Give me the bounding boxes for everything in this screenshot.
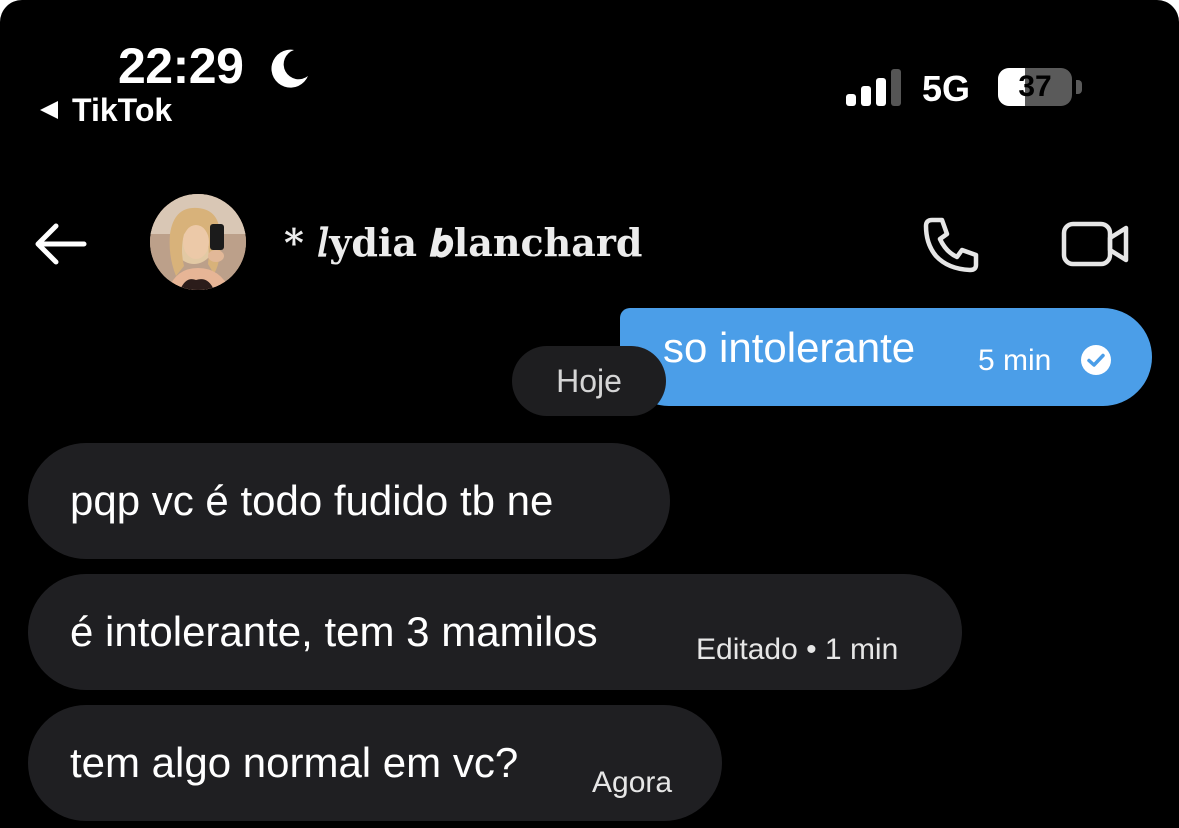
message-meta: Agora [592, 766, 673, 799]
date-separator: Hoje [512, 346, 666, 416]
received-message-bubble[interactable]: pqp vc é todo fudido tb ne [28, 443, 670, 559]
back-triangle-icon [40, 101, 58, 119]
sent-message-bubble[interactable]: so intolerante 5 min [620, 308, 1152, 406]
moon-icon [271, 49, 308, 88]
battery-level: 37 [1018, 70, 1052, 103]
message-text: so intolerante [663, 324, 916, 371]
message-time: 5 min [978, 344, 1052, 377]
received-message-bubble[interactable]: tem algo normal em vc? Agora [28, 705, 722, 821]
chat-screen: 22:29 TikTok 5G 37 * 𝑙ydia 𝒃lanchard so … [0, 0, 1179, 828]
back-app-label: TikTok [72, 92, 173, 128]
avatar[interactable] [150, 194, 246, 290]
message-meta: Editado • 1 min [696, 633, 899, 666]
status-time: 22:29 [118, 38, 244, 94]
cellular-signal-icon [846, 69, 901, 106]
contact-name[interactable]: * 𝑙ydia 𝒃lanchard [284, 218, 642, 268]
message-text: pqp vc é todo fudido tb ne [70, 477, 554, 524]
battery-indicator: 37 [998, 66, 1086, 110]
received-message-bubble[interactable]: é intolerante, tem 3 mamilos Editado • 1… [28, 574, 962, 690]
video-camera-icon[interactable] [1060, 216, 1132, 272]
back-to-app-link[interactable]: TikTok [38, 92, 172, 128]
check-circle-icon [1081, 345, 1111, 375]
phone-icon[interactable] [918, 212, 984, 278]
network-type: 5G [922, 68, 971, 109]
message-text: é intolerante, tem 3 mamilos [70, 608, 598, 655]
message-text: tem algo normal em vc? [70, 739, 519, 786]
arrow-left-icon[interactable] [30, 218, 90, 270]
